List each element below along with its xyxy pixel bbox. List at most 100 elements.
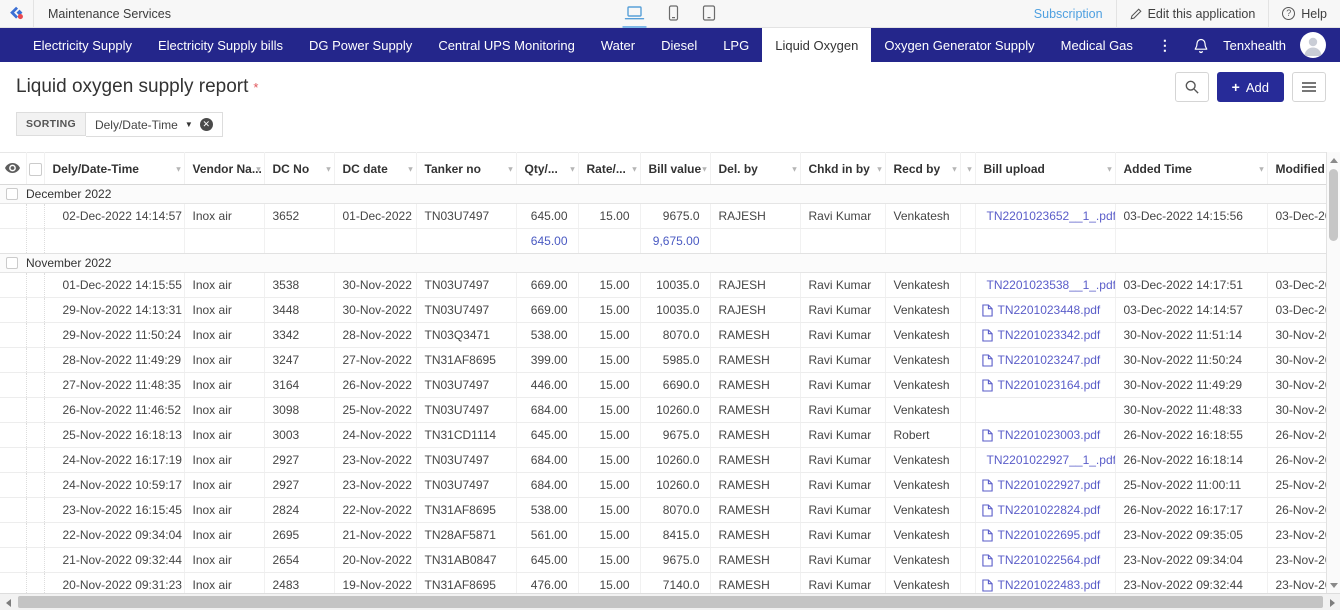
- column-header-chkd_by[interactable]: Chkd in by▾: [800, 153, 885, 185]
- bill-upload-link[interactable]: TN2201023164.pdf: [982, 378, 1107, 392]
- nav-tab-lpg[interactable]: LPG: [710, 28, 762, 62]
- table-row[interactable]: 24-Nov-2022 10:59:17Inox air292723-Nov-2…: [0, 473, 1326, 498]
- more-tabs-icon[interactable]: ⋮: [1146, 28, 1184, 62]
- column-header-vendor[interactable]: Vendor Na...▾: [184, 153, 264, 185]
- vertical-scroll-thumb[interactable]: [1329, 169, 1338, 241]
- bill-upload-link[interactable]: TN2201022927.pdf: [982, 478, 1107, 492]
- table-row[interactable]: 27-Nov-2022 11:48:35Inox air316426-Nov-2…: [0, 373, 1326, 398]
- table-row[interactable]: 26-Nov-2022 11:46:52Inox air309825-Nov-2…: [0, 398, 1326, 423]
- table-row[interactable]: 02-Dec-2022 14:14:57Inox air365201-Dec-2…: [0, 204, 1326, 229]
- avatar[interactable]: [1300, 32, 1326, 58]
- scroll-down-arrow-icon[interactable]: [1327, 578, 1340, 592]
- summary-cell-vendor: [184, 229, 264, 254]
- row-eye-cell: [0, 323, 26, 348]
- column-label: Vendor Na...: [193, 162, 262, 176]
- nav-tab-oxygen-generator-supply[interactable]: Oxygen Generator Supply: [871, 28, 1047, 62]
- column-header-recd_by[interactable]: Recd by▾: [885, 153, 960, 185]
- table-row[interactable]: 01-Dec-2022 14:15:55Inox air353830-Nov-2…: [0, 273, 1326, 298]
- cell-modified: 26-Nov-2022: [1267, 498, 1326, 523]
- table-row[interactable]: 22-Nov-2022 09:34:04Inox air269521-Nov-2…: [0, 523, 1326, 548]
- report-menu-button[interactable]: [1292, 72, 1326, 102]
- notifications-bell-icon[interactable]: [1193, 37, 1209, 54]
- cell-bill: 8415.0: [640, 523, 710, 548]
- cell-dc_no: 2483: [264, 573, 334, 594]
- summary-empty-cell: [0, 229, 26, 254]
- nav-tab-medical-gas[interactable]: Medical Gas: [1048, 28, 1146, 62]
- select-all-checkbox[interactable]: [26, 153, 44, 185]
- bill-upload-link[interactable]: TN2201023538__1_.pdf: [982, 278, 1107, 292]
- row-eye-cell: [0, 373, 26, 398]
- add-record-button[interactable]: + Add: [1217, 72, 1284, 102]
- nav-tab-electricity-supply[interactable]: Electricity Supply: [20, 28, 145, 62]
- column-header-qty[interactable]: Qty/...▾: [516, 153, 578, 185]
- bill-upload-link[interactable]: TN2201022824.pdf: [982, 503, 1107, 517]
- bill-upload-link[interactable]: TN2201022564.pdf: [982, 553, 1107, 567]
- column-header-tanker[interactable]: Tanker no▾: [416, 153, 516, 185]
- sort-field-name: Dely/Date-Time: [95, 118, 178, 132]
- laptop-icon[interactable]: [623, 0, 647, 28]
- scroll-up-arrow-icon[interactable]: [1327, 153, 1340, 167]
- bill-upload-link[interactable]: TN2201022695.pdf: [982, 528, 1107, 542]
- edit-application-button[interactable]: Edit this application: [1116, 0, 1269, 27]
- table-row[interactable]: 23-Nov-2022 16:15:45Inox air282422-Nov-2…: [0, 498, 1326, 523]
- column-header-dc_no[interactable]: DC No▾: [264, 153, 334, 185]
- nav-tab-dg-power-supply[interactable]: DG Power Supply: [296, 28, 425, 62]
- cell-spacer: [960, 423, 975, 448]
- table-row[interactable]: 29-Nov-2022 14:13:31Inox air344830-Nov-2…: [0, 298, 1326, 323]
- cell-chkd_by: Ravi Kumar: [800, 348, 885, 373]
- nav-tab-central-ups-monitoring[interactable]: Central UPS Monitoring: [425, 28, 588, 62]
- nav-tab-diesel[interactable]: Diesel: [648, 28, 710, 62]
- help-button[interactable]: ? Help: [1268, 0, 1340, 27]
- tablet-icon[interactable]: [701, 0, 718, 28]
- column-header-added[interactable]: Added Time▾: [1115, 153, 1267, 185]
- cell-spacer: [960, 548, 975, 573]
- column-header-bill[interactable]: Bill value▾: [640, 153, 710, 185]
- bill-upload-link[interactable]: TN2201023003.pdf: [982, 428, 1107, 442]
- bill-upload-link[interactable]: TN2201023448.pdf: [982, 303, 1107, 317]
- remove-sort-icon[interactable]: ✕: [200, 118, 213, 131]
- scroll-right-arrow-icon[interactable]: [1324, 594, 1340, 610]
- subscription-link[interactable]: Subscription: [1021, 0, 1116, 27]
- table-row[interactable]: 24-Nov-2022 16:17:19Inox air292723-Nov-2…: [0, 448, 1326, 473]
- bill-upload-link[interactable]: TN2201023247.pdf: [982, 353, 1107, 367]
- nav-tab-electricity-supply-bills[interactable]: Electricity Supply bills: [145, 28, 296, 62]
- column-header-modified[interactable]: Modified Time▾: [1267, 153, 1326, 185]
- group-select-checkbox[interactable]: [6, 257, 18, 269]
- table-row[interactable]: 25-Nov-2022 16:18:13Inox air300324-Nov-2…: [0, 423, 1326, 448]
- creator-logo[interactable]: [0, 0, 34, 27]
- phone-icon[interactable]: [667, 0, 681, 28]
- bill-upload-link[interactable]: TN2201023342.pdf: [982, 328, 1107, 342]
- horizontal-scroll-thumb[interactable]: [18, 596, 1323, 608]
- column-header-pdf[interactable]: Bill upload▾: [975, 153, 1115, 185]
- column-header-rate[interactable]: Rate/...▾: [578, 153, 640, 185]
- vertical-scrollbar[interactable]: [1326, 152, 1340, 593]
- cell-qty: 669.00: [516, 298, 578, 323]
- bill-upload-link[interactable]: TN2201023652__1_.pdf: [982, 209, 1107, 223]
- column-header-dc_date[interactable]: DC date▾: [334, 153, 416, 185]
- scroll-left-arrow-icon[interactable]: [0, 594, 16, 610]
- sort-field-chip[interactable]: Dely/Date-Time ▼ ✕: [86, 112, 223, 137]
- cell-added: 23-Nov-2022 09:34:04: [1115, 548, 1267, 573]
- cell-chkd_by: Ravi Kumar: [800, 204, 885, 229]
- table-row[interactable]: 28-Nov-2022 11:49:29Inox air324727-Nov-2…: [0, 348, 1326, 373]
- nav-tab-liquid-oxygen[interactable]: Liquid Oxygen: [762, 28, 871, 62]
- column-header-del_by[interactable]: Del. by▾: [710, 153, 800, 185]
- search-button[interactable]: [1175, 72, 1209, 102]
- column-chooser-eye-icon[interactable]: [0, 153, 26, 185]
- table-row[interactable]: 20-Nov-2022 09:31:23Inox air248319-Nov-2…: [0, 573, 1326, 594]
- horizontal-scrollbar[interactable]: [0, 593, 1340, 610]
- column-header-spacer[interactable]: ▾: [960, 153, 975, 185]
- pdf-file-icon: [982, 529, 993, 542]
- cell-pdf: TN2201023247.pdf: [975, 348, 1115, 373]
- bill-upload-link[interactable]: TN2201022483.pdf: [982, 578, 1107, 592]
- table-row[interactable]: 29-Nov-2022 11:50:24Inox air334228-Nov-2…: [0, 323, 1326, 348]
- nav-tab-water[interactable]: Water: [588, 28, 648, 62]
- group-select-checkbox[interactable]: [6, 188, 18, 200]
- column-header-dely[interactable]: Dely/Date-Time▾: [44, 153, 184, 185]
- account-name[interactable]: Tenxhealth: [1223, 38, 1286, 53]
- sorting-label: SORTING: [16, 112, 86, 136]
- table-row[interactable]: 21-Nov-2022 09:32:44Inox air265420-Nov-2…: [0, 548, 1326, 573]
- cell-spacer: [960, 348, 975, 373]
- cell-dc_date: 01-Dec-2022: [334, 204, 416, 229]
- bill-upload-link[interactable]: TN2201022927__1_.pdf: [982, 453, 1107, 467]
